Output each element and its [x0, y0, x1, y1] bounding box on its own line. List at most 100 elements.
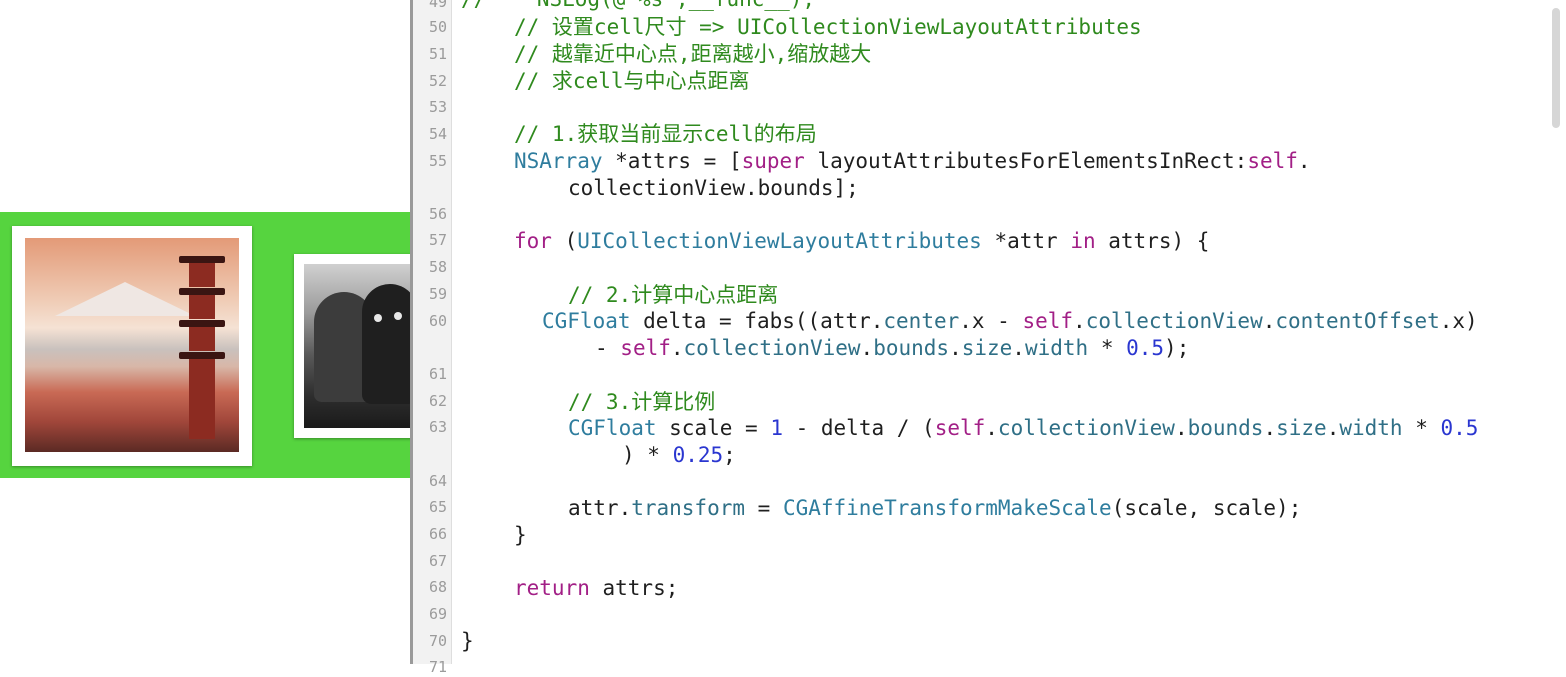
code-line-55-wrap: collectionView.bounds];	[568, 176, 859, 200]
code-token: .	[1174, 416, 1188, 440]
line-number: 67	[428, 552, 447, 570]
pagoda-roof	[179, 288, 225, 295]
code-token: - delta / (	[782, 416, 935, 440]
code-token: .	[1073, 309, 1086, 333]
code-token: .	[670, 336, 684, 360]
dog-shape	[362, 284, 414, 404]
code-token: attr.	[568, 496, 632, 520]
keyword-token: for	[514, 229, 552, 253]
line-number: 69	[428, 605, 447, 623]
code-token: attrs) {	[1095, 229, 1210, 253]
code-line-60-wrap: - self.collectionView.bounds.size.width …	[595, 335, 1189, 361]
code-token: ) *	[622, 443, 673, 467]
code-token: -	[595, 336, 621, 360]
line-number-gutter: 49 50 51 52 53 54 55 56 57 58 59 60 61 6…	[413, 0, 452, 676]
type-token: CGFloat	[568, 416, 657, 440]
code-token: .	[985, 416, 998, 440]
line-number: 70	[428, 632, 447, 650]
line-number: 57	[428, 231, 447, 249]
pagoda-level	[189, 327, 215, 351]
code-line-49: // NSLog(@"%s",__func__);	[461, 0, 815, 12]
type-token: NSArray	[514, 149, 603, 173]
property-token: collectionView	[1085, 309, 1263, 333]
code-token: attrs;	[589, 576, 679, 600]
keyword-token: self	[1247, 149, 1298, 173]
code-token: scale =	[656, 416, 771, 440]
line-number: 61	[428, 365, 447, 383]
code-token: .	[1326, 416, 1340, 440]
code-token: (scale, scale);	[1111, 496, 1302, 520]
code-line-68: return attrs;	[514, 575, 678, 601]
line-number: 63	[428, 418, 447, 436]
number-token: 0.5	[1126, 336, 1165, 360]
vertical-scrollbar[interactable]	[1552, 8, 1560, 128]
code-line-66: }	[514, 523, 527, 547]
pagoda-roof	[179, 320, 225, 327]
code-token: =	[745, 496, 783, 520]
code-token: .x -	[959, 309, 1023, 333]
line-number: 54	[428, 125, 447, 143]
code-token: delta = fabs((attr.	[630, 309, 884, 333]
code-editor[interactable]: 49 50 51 52 53 54 55 56 57 58 59 60 61 6…	[410, 0, 1566, 676]
keyword-token: super	[741, 149, 805, 173]
pagoda-photo	[25, 238, 239, 452]
property-token: collectionView	[683, 336, 861, 360]
mountain-shape	[55, 282, 195, 316]
number-token: 1	[770, 416, 783, 440]
collection-cell-pagoda[interactable]	[12, 226, 252, 466]
code-line-60: CGFloat delta = fabs((attr.center.x - se…	[542, 308, 1478, 334]
property-token: transform	[631, 496, 746, 520]
code-token: .	[1297, 149, 1311, 173]
code-token: .x)	[1439, 309, 1478, 333]
line-number: 53	[428, 98, 447, 116]
line-number: 60	[428, 312, 447, 330]
pagoda-level	[189, 263, 215, 287]
code-token: layoutAttributesForElementsInRect:	[804, 149, 1248, 173]
code-line-52: // 求cell与中心点距离	[514, 69, 750, 93]
code-line-55: NSArray *attrs = [super layoutAttributes…	[514, 148, 1311, 174]
number-token: 0.25	[672, 443, 724, 467]
property-token: bounds	[873, 336, 950, 360]
property-token: contentOffset	[1275, 309, 1440, 333]
code-line-63-wrap: ) * 0.25;	[622, 442, 736, 468]
type-token: CGFloat	[542, 309, 631, 333]
line-number: 50	[428, 18, 447, 36]
code-token: *attrs = [	[602, 149, 742, 173]
property-token: collectionView	[997, 416, 1175, 440]
code-line-65: attr.transform = CGAffineTransformMakeSc…	[568, 495, 1301, 521]
property-token: center	[883, 309, 960, 333]
property-token: bounds	[1187, 416, 1264, 440]
code-token: ;	[723, 443, 736, 467]
line-number: 58	[428, 258, 447, 276]
code-token: .	[1012, 336, 1025, 360]
pagoda-roof	[179, 256, 225, 263]
line-number: 71	[428, 658, 447, 676]
code-token: *attr	[981, 229, 1071, 253]
keyword-token: in	[1070, 229, 1096, 253]
pagoda-level	[189, 295, 215, 319]
line-number: 51	[428, 45, 447, 63]
type-token: UICollectionViewLayoutAttributes	[577, 229, 982, 253]
keyword-token: self	[620, 336, 671, 360]
pagoda-roof	[179, 352, 225, 359]
collection-cell-dog[interactable]	[294, 254, 424, 438]
dog-eye	[394, 312, 402, 320]
property-token: width	[1339, 416, 1403, 440]
code-line-57: for (UICollectionViewLayoutAttributes *a…	[514, 228, 1209, 254]
line-number: 49	[428, 0, 447, 11]
code-token: *	[1402, 416, 1441, 440]
line-number: 64	[428, 472, 447, 490]
pagoda-level	[189, 359, 215, 439]
property-token: size	[961, 336, 1013, 360]
line-number: 62	[428, 392, 447, 410]
function-token: CGAffineTransformMakeScale	[782, 496, 1112, 520]
property-token: size	[1276, 416, 1327, 440]
line-number: 68	[428, 578, 447, 596]
line-number: 59	[428, 285, 447, 303]
dog-eye	[374, 314, 382, 322]
code-token: .	[860, 336, 874, 360]
pagoda-shape	[179, 248, 225, 448]
number-token: 0.5	[1440, 416, 1479, 440]
code-token: );	[1164, 336, 1190, 360]
property-token: width	[1024, 336, 1089, 360]
